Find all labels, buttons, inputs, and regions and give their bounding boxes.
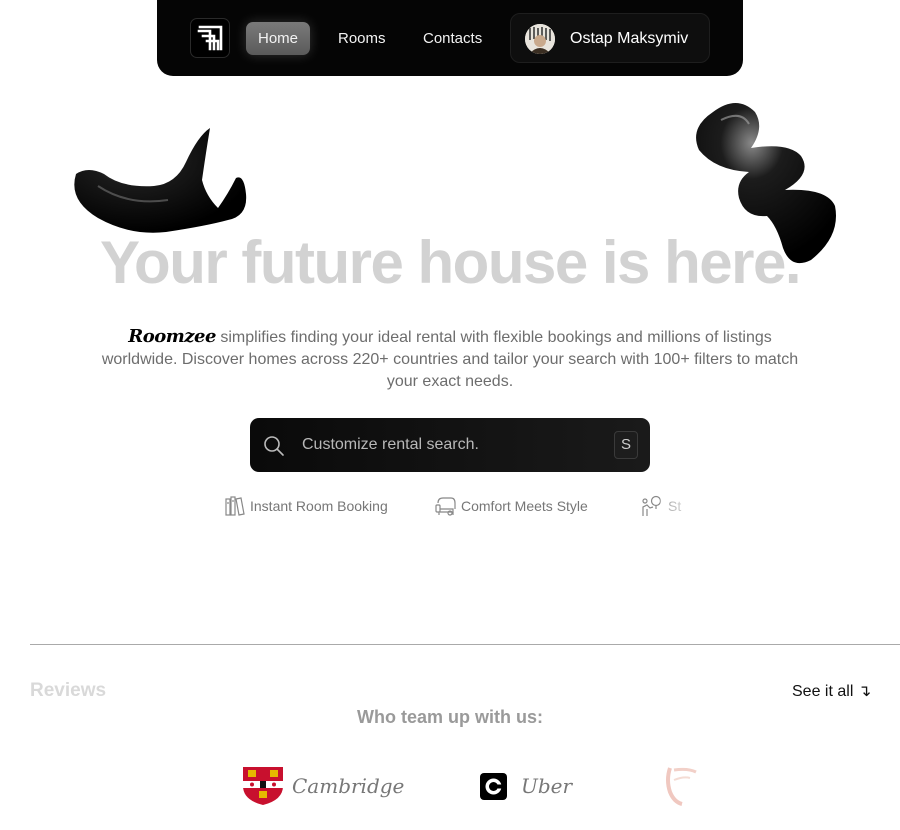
search-icon xyxy=(264,436,284,456)
nav-rooms[interactable]: Rooms xyxy=(326,22,398,55)
feature-instant-booking: Instant Room Booking xyxy=(224,494,388,518)
partner-logo-faded xyxy=(666,767,697,806)
uber-icon xyxy=(480,772,507,800)
partners-heading: Who team up with us: xyxy=(357,707,543,727)
search-bar[interactable]: S xyxy=(250,418,650,472)
feature-label: Comfort Meets Style xyxy=(461,498,588,514)
user-name: Ostap Maksymiv xyxy=(570,30,689,47)
nav-home[interactable]: Home xyxy=(246,22,311,55)
partner-cambridge: Cambridge xyxy=(242,766,404,806)
cambridge-crest-icon xyxy=(243,767,283,805)
see-all-link[interactable]: See it all ↴ xyxy=(792,681,871,701)
hero-description: Roomzee simplifies finding your ideal re… xyxy=(100,326,800,393)
sofa-icon xyxy=(435,497,456,516)
top-navbar: Home Rooms Contacts Ostap Maksymiv xyxy=(157,0,743,76)
feature-label: Instant Room Booking xyxy=(250,498,388,514)
reviews-heading: Reviews xyxy=(30,680,107,701)
booking-icon xyxy=(225,496,245,516)
partner-name: Uber xyxy=(521,774,573,798)
carousel-fade-overlay xyxy=(660,488,740,524)
partner-faded xyxy=(664,766,700,806)
roomzee-logo-icon[interactable] xyxy=(190,18,230,58)
search-shortcut-key: S xyxy=(614,431,638,459)
search-input[interactable] xyxy=(302,418,602,472)
nav-contacts[interactable]: Contacts xyxy=(411,22,494,55)
user-profile-button[interactable]: Ostap Maksymiv xyxy=(510,13,710,63)
brand-name: Roomzee xyxy=(128,326,216,347)
feature-comfort-style: Comfort Meets Style xyxy=(435,494,588,518)
section-divider xyxy=(30,644,900,645)
user-avatar xyxy=(525,24,555,54)
hero-title: Your future house is here. xyxy=(99,229,802,296)
partner-name: Cambridge xyxy=(292,774,405,798)
partner-uber: Uber xyxy=(480,766,572,806)
